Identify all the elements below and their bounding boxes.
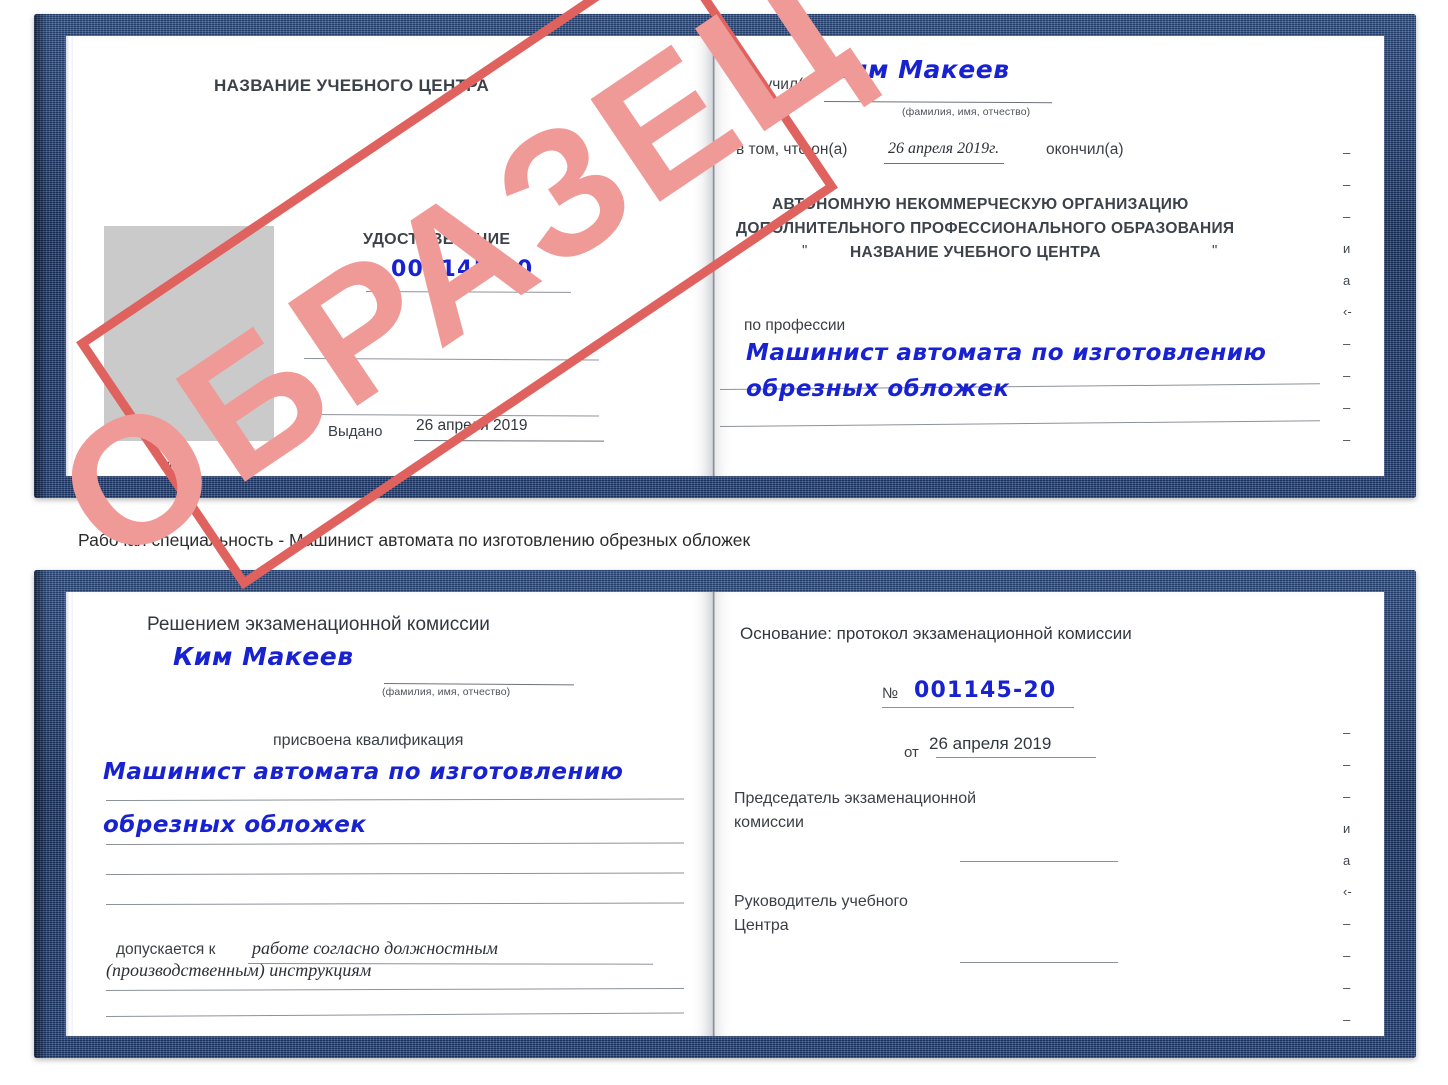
margin-fragment: и [1343,820,1351,836]
margin-fragment: – [1343,980,1351,995]
margin-fragment: – [1343,948,1351,964]
in-that-label: в том, что он(а) [736,141,848,158]
qualification-label: присвоена квалификация [273,732,464,749]
right-margin-fragments-bottom: – – – и а ‹- – – – – [1343,726,1352,1026]
blank-rule-1 [303,358,599,361]
number-rule [365,291,572,293]
certificate-top-right-page: Получил(а) Ким Макеев (фамилия, имя, отч… [712,36,1384,476]
photo-placeholder [104,226,274,441]
certificate-top-pages: НАЗВАНИЕ УЧЕБНОГО ЦЕНТРА УДОСТОВЕРЕНИЕ №… [66,36,1384,476]
head-label-line-1: Руководитель учебного [734,893,908,910]
qualification-rule-1 [105,798,684,801]
certificate-number-value: 001145-20 [391,257,534,282]
margin-fragment: – [1343,431,1351,447]
profession-value-line-1: Машинист автомата по изготовлению [746,340,1267,366]
page-stack-edge [66,592,73,1036]
organization-quote-open: " [802,242,808,259]
margin-fragment: ‹- [1343,884,1352,900]
received-rule [823,101,1052,104]
margin-fragment: а [1343,852,1351,868]
qualification-rule-2 [105,842,684,845]
completion-date-value: 26 апреля 2019г. [888,140,1000,157]
student-name-value: Ким Макеев [173,642,354,671]
qualification-value-line-1: Машинист автомата по изготовлению [103,759,624,785]
organization-line-1: АВТОНОМНУЮ НЕКОММЕРЧЕСКУЮ ОРГАНИЗАЦИЮ [772,196,1189,213]
issued-date-value: 26 апреля 2019 [416,417,528,434]
student-name-rule [383,683,574,686]
profession-label: по профессии [744,317,846,334]
protocol-date-label: от [904,744,919,761]
protocol-number-label: № [882,685,899,702]
margin-fragment: – [1343,725,1351,740]
margin-fragment: и [1343,240,1351,256]
admitted-label: допускается к [116,941,216,958]
protocol-number-value: 001145-20 [914,678,1057,703]
certificate-top-left-page: НАЗВАНИЕ УЧЕБНОГО ЦЕНТРА УДОСТОВЕРЕНИЕ №… [66,36,712,476]
margin-fragment: ‹- [1343,304,1352,320]
document-type-label: УДОСТОВЕРЕНИЕ [363,231,511,248]
training-center-title: НАЗВАНИЕ УЧЕБНОГО ЦЕНТРА [214,76,490,95]
protocol-date-value: 26 апреля 2019 [929,734,1052,753]
margin-fragment: – [1343,145,1351,160]
basis-label: Основание: протокол экзаменационной коми… [740,624,1132,643]
margin-fragment: – [1343,400,1351,415]
qualification-value-line-2: обрезных обложек [103,812,367,838]
issued-rule [413,440,605,442]
page-stack-edge [66,36,73,476]
right-margin-fragments-top: – – – и а ‹- – – – – [1343,146,1352,446]
issued-label: Выдано [328,423,383,440]
margin-fragment: а [1343,272,1351,288]
admitted-rule-3 [105,1012,684,1017]
margin-fragment: – [1343,916,1351,932]
admitted-value-line-1: работе согласно должностным [252,938,498,958]
organization-line-2: ДОПОЛНИТЕЛЬНОГО ПРОФЕССИОНАЛЬНОГО ОБРАЗО… [736,220,1235,237]
organization-line-3: НАЗВАНИЕ УЧЕБНОГО ЦЕНТРА [850,244,1101,261]
completion-date-rule [884,163,1004,164]
page-caption: Рабочая специальность - Машинист автомат… [78,530,751,550]
certificate-bottom-right-page: Основание: протокол экзаменационной коми… [712,592,1384,1036]
qualification-rule-4 [105,902,684,905]
qualification-rule-3 [105,872,684,875]
head-label-line-2: Центра [734,917,789,934]
margin-fragment: – [1343,1011,1351,1027]
margin-fragment: – [1343,756,1351,772]
margin-fragment: – [1343,368,1351,384]
head-signature-rule [960,962,1118,963]
certificate-bottom-pages: Решением экзаменационной комиссии Ким Ма… [66,592,1384,1036]
organization-quote-close: " [1212,242,1218,259]
margin-fragment: – [1343,176,1351,192]
commission-decision-heading: Решением экзаменационной комиссии [147,614,490,635]
protocol-number-rule [882,707,1074,708]
margin-fragment: – [1343,208,1351,224]
chairman-signature-rule [960,861,1118,862]
margin-fragment: – [1343,788,1351,804]
chairman-label-line-2: комиссии [734,814,804,831]
chairman-label-line-1: Председатель экзаменационной [734,790,977,807]
profession-rule-2 [719,420,1320,427]
admitted-value-line-2: (производственным) инструкциям [106,960,372,980]
profession-value-line-2: обрезных обложек [746,376,1010,402]
admitted-rule-2 [105,987,684,991]
margin-fragment: – [1343,336,1351,352]
received-hint: (фамилия, имя, отчество) [902,106,1031,118]
certificate-bottom-left-page: Решением экзаменационной комиссии Ким Ма… [66,592,712,1036]
protocol-date-rule [936,757,1096,758]
seal-place-label: М.П. [160,456,192,473]
finished-label: окончил(а) [1046,141,1124,158]
student-name-hint: (фамилия, имя, отчество) [382,686,511,698]
received-name-value: Ким Макеев [829,55,1010,84]
number-label: № [366,265,383,282]
received-label: Получил(а) [736,76,817,93]
